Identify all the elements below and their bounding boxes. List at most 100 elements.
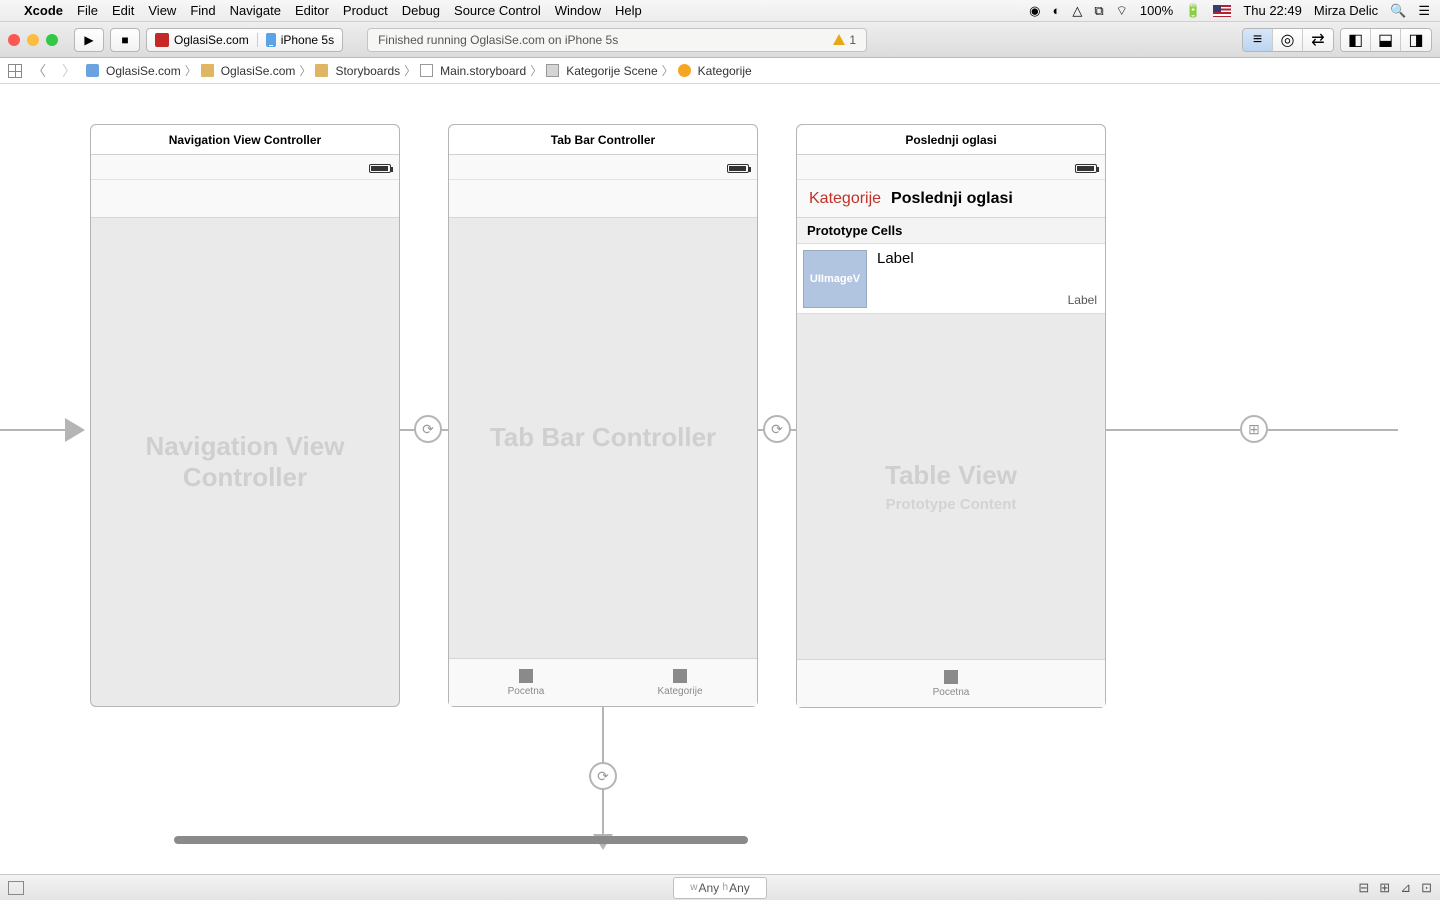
navigation-controller-scene[interactable]: Navigation View Controller Navigation Vi… bbox=[90, 124, 400, 707]
zoom-button[interactable] bbox=[46, 34, 58, 46]
menu-file[interactable]: File bbox=[77, 3, 98, 18]
cell-main-label: Label bbox=[877, 250, 914, 307]
crumb-3[interactable]: Main.storyboard bbox=[440, 64, 526, 78]
jump-bar: 〈 〉 OglasiSe.com〉 OglasiSe.com〉 Storyboa… bbox=[0, 58, 1440, 84]
minimize-button[interactable] bbox=[27, 34, 39, 46]
notification-center-icon[interactable]: ☰ bbox=[1418, 3, 1430, 19]
align-icon[interactable]: ⊟ bbox=[1358, 880, 1369, 896]
scheme-target: OglasiSe.com bbox=[174, 33, 249, 47]
outline-toggle-icon[interactable] bbox=[8, 881, 24, 895]
menu-window[interactable]: Window bbox=[555, 3, 601, 18]
battery-icon[interactable]: 🔋 bbox=[1185, 3, 1201, 19]
scheme-selector[interactable]: OglasiSe.com iPhone 5s bbox=[146, 28, 343, 52]
size-w: Any bbox=[698, 881, 719, 895]
close-button[interactable] bbox=[8, 34, 20, 46]
related-items-icon[interactable] bbox=[8, 64, 22, 78]
uiimageview-placeholder: UIImageV bbox=[803, 250, 867, 308]
scene-icon bbox=[546, 64, 559, 77]
menu-navigate[interactable]: Navigate bbox=[230, 3, 281, 18]
segue-icon[interactable]: ⟳ bbox=[414, 415, 442, 443]
pin-icon[interactable]: ⊞ bbox=[1379, 880, 1390, 896]
folder-icon bbox=[201, 64, 214, 77]
crumb-5[interactable]: Kategorije bbox=[698, 64, 752, 78]
tab-bar-controller-scene[interactable]: Tab Bar Controller Tab Bar Controller Po… bbox=[448, 124, 758, 707]
placeholder-text: Navigation View Controller bbox=[91, 431, 399, 493]
stop-button[interactable]: ■ bbox=[110, 28, 140, 52]
toggle-navigator-icon[interactable]: ◧ bbox=[1341, 29, 1371, 51]
prototype-cell[interactable]: UIImageV Label Label bbox=[797, 244, 1105, 314]
flag-icon[interactable] bbox=[1213, 5, 1231, 17]
placeholder-text: Tab Bar Controller bbox=[490, 422, 716, 453]
project-icon bbox=[86, 64, 99, 77]
mac-menubar: Xcode File Edit View Find Navigate Edito… bbox=[0, 0, 1440, 22]
battery-icon bbox=[727, 164, 749, 173]
tab-item-pocetna[interactable]: Pocetna bbox=[449, 659, 603, 706]
tab-icon bbox=[519, 669, 533, 683]
crumb-4[interactable]: Kategorije Scene bbox=[566, 64, 657, 78]
warning-count: 1 bbox=[849, 33, 856, 47]
menu-find[interactable]: Find bbox=[190, 3, 215, 18]
activity-status[interactable]: Finished running OglasiSe.com on iPhone … bbox=[367, 28, 867, 52]
dnd-icon[interactable]: ◐ bbox=[1052, 3, 1060, 18]
window-controls bbox=[8, 34, 58, 46]
crumb-2[interactable]: Storyboards bbox=[335, 64, 400, 78]
horizontal-scrollbar[interactable] bbox=[174, 836, 748, 844]
panel-toggle-segment[interactable]: ◧ ⬓ ◨ bbox=[1340, 28, 1432, 52]
menu-edit[interactable]: Edit bbox=[112, 3, 134, 18]
crumb-0[interactable]: OglasiSe.com bbox=[106, 64, 181, 78]
scene-title: Tab Bar Controller bbox=[449, 125, 757, 155]
version-editor-icon[interactable]: ⇄ bbox=[1303, 29, 1333, 51]
spotlight-icon[interactable]: 🔍 bbox=[1390, 3, 1406, 19]
nav-back-item[interactable]: Kategorije bbox=[809, 190, 881, 208]
battery-icon bbox=[369, 164, 391, 173]
xcode-toolbar: ▶ ■ OglasiSe.com iPhone 5s Finished runn… bbox=[0, 22, 1440, 58]
menu-source-control[interactable]: Source Control bbox=[454, 3, 541, 18]
menu-product[interactable]: Product bbox=[343, 3, 388, 18]
menu-view[interactable]: View bbox=[148, 3, 176, 18]
viewcontroller-icon bbox=[678, 64, 691, 77]
clock[interactable]: Thu 22:49 bbox=[1243, 3, 1302, 18]
battery-icon bbox=[1075, 164, 1097, 173]
prototype-header: Prototype Cells bbox=[797, 218, 1105, 244]
scheme-device: iPhone 5s bbox=[281, 33, 334, 47]
back-button[interactable]: 〈 bbox=[26, 61, 52, 81]
segue-icon[interactable]: ⟳ bbox=[589, 762, 617, 790]
cell-detail-label: Label bbox=[1068, 293, 1097, 307]
tableview-placeholder: Table View bbox=[885, 460, 1017, 491]
viber-icon[interactable]: ◉ bbox=[1029, 3, 1040, 19]
run-button[interactable]: ▶ bbox=[74, 28, 104, 52]
menu-editor[interactable]: Editor bbox=[295, 3, 329, 18]
tab-item-pocetna[interactable]: Pocetna bbox=[797, 660, 1105, 707]
battery-text[interactable]: 100% bbox=[1140, 3, 1173, 18]
menu-debug[interactable]: Debug bbox=[402, 3, 440, 18]
resolve-icon[interactable]: ⊿ bbox=[1400, 880, 1411, 896]
device-icon bbox=[266, 33, 276, 47]
menu-help[interactable]: Help bbox=[615, 3, 642, 18]
size-class-selector[interactable]: wAny hAny bbox=[673, 877, 767, 899]
segue-icon[interactable]: ⊞ bbox=[1240, 415, 1268, 443]
toggle-debug-icon[interactable]: ⬓ bbox=[1371, 29, 1401, 51]
segue-icon[interactable]: ⟳ bbox=[763, 415, 791, 443]
app-name[interactable]: Xcode bbox=[24, 3, 63, 18]
assistant-editor-icon[interactable]: ◎ bbox=[1273, 29, 1303, 51]
nav-title: Poslednji oglasi bbox=[891, 190, 1013, 208]
toggle-utilities-icon[interactable]: ◨ bbox=[1401, 29, 1431, 51]
standard-editor-icon[interactable]: ≡ bbox=[1243, 29, 1273, 51]
wifi-icon[interactable]: ⌔ bbox=[1116, 3, 1128, 19]
displays-icon[interactable]: ⧉ bbox=[1094, 3, 1103, 19]
scheme-app-icon bbox=[155, 33, 169, 47]
resize-icon[interactable]: ⊡ bbox=[1421, 880, 1432, 896]
size-h: Any bbox=[729, 881, 750, 895]
table-view-controller-scene[interactable]: Poslednji oglasi Kategorije Poslednji og… bbox=[796, 124, 1106, 708]
editor-mode-segment[interactable]: ≡ ◎ ⇄ bbox=[1242, 28, 1334, 52]
crumb-1[interactable]: OglasiSe.com bbox=[221, 64, 296, 78]
scene-title: Poslednji oglasi bbox=[797, 125, 1105, 155]
user-name[interactable]: Mirza Delic bbox=[1314, 3, 1378, 18]
forward-button[interactable]: 〉 bbox=[56, 61, 82, 81]
storyboard-canvas[interactable]: Navigation View Controller Navigation Vi… bbox=[0, 84, 1440, 874]
tab-icon bbox=[673, 669, 687, 683]
tab-item-kategorije[interactable]: Kategorije bbox=[603, 659, 757, 706]
drive-icon[interactable]: △ bbox=[1072, 3, 1082, 19]
storyboard-icon bbox=[420, 64, 433, 77]
status-text: Finished running OglasiSe.com on iPhone … bbox=[378, 33, 618, 47]
